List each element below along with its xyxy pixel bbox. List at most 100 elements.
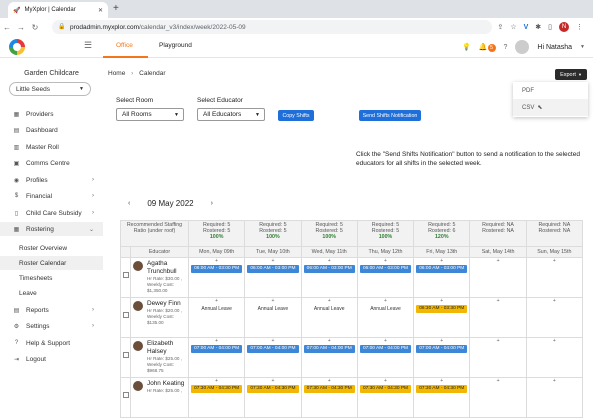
shift-cell[interactable]: +07:00 AM - 04:00 PM bbox=[413, 337, 471, 378]
new-tab-icon[interactable]: + bbox=[113, 3, 119, 14]
greeting[interactable]: Hi Natasha bbox=[537, 44, 572, 51]
add-shift-icon[interactable]: + bbox=[358, 259, 413, 264]
leave-label[interactable]: Annual Leave bbox=[245, 306, 300, 312]
add-shift-icon[interactable]: + bbox=[527, 379, 582, 384]
shift-cell[interactable]: + Annual Leave bbox=[244, 297, 302, 338]
add-shift-icon[interactable]: + bbox=[470, 259, 525, 264]
export-option-csv[interactable]: CSV ⬉ bbox=[513, 99, 588, 116]
shift-cell[interactable]: +06:00 AM - 03:00 PM bbox=[244, 257, 302, 298]
shift-block[interactable]: 06:00 AM - 03:00 PM bbox=[359, 265, 412, 273]
row-checkbox[interactable] bbox=[122, 312, 129, 318]
add-shift-icon[interactable]: + bbox=[527, 259, 582, 264]
profile-avatar[interactable]: N bbox=[559, 22, 569, 32]
sidebar-item-providers[interactable]: ▦ Providers bbox=[0, 107, 103, 121]
shift-cell[interactable]: +06:00 AM - 03:00 PM bbox=[356, 257, 415, 298]
row-checkbox[interactable] bbox=[122, 352, 129, 358]
shift-cell[interactable]: +06:00 AM - 03:00 PM bbox=[413, 257, 471, 298]
sidebar-item-reports[interactable]: ▤ Reports › bbox=[0, 303, 103, 317]
shift-block[interactable]: 06:00 AM - 03:00 PM bbox=[416, 265, 468, 273]
add-shift-icon[interactable]: + bbox=[189, 379, 244, 384]
tab-office[interactable]: Office bbox=[116, 42, 133, 49]
shift-cell[interactable]: +06:00 AM - 03:00 PM bbox=[187, 257, 246, 298]
add-shift-icon[interactable]: + bbox=[470, 379, 525, 384]
shift-block[interactable]: 06:00 AM - 03:00 PM bbox=[303, 265, 355, 273]
breadcrumb-home[interactable]: Home bbox=[108, 70, 125, 77]
service-select[interactable]: Little Seeds ▼ bbox=[9, 82, 91, 96]
add-shift-icon[interactable]: + bbox=[358, 339, 413, 344]
shift-cell[interactable]: + bbox=[525, 257, 584, 298]
sidebar-subitem-leave[interactable]: Leave bbox=[0, 286, 103, 300]
sidebar-item-profiles[interactable]: ◉ Profiles › bbox=[0, 173, 103, 187]
shift-cell[interactable]: +07:30 AM - 04:30 PM bbox=[244, 377, 302, 418]
add-shift-icon[interactable]: + bbox=[302, 339, 357, 344]
shift-block[interactable]: 06:00 AM - 03:00 PM bbox=[247, 265, 299, 273]
share-icon[interactable]: ⇪ bbox=[497, 23, 503, 31]
educator-name[interactable]: Agatha Trunchbull bbox=[147, 260, 186, 276]
shift-cell[interactable]: + bbox=[525, 377, 584, 418]
prev-week-icon[interactable]: ‹ bbox=[128, 200, 130, 207]
add-shift-icon[interactable]: + bbox=[470, 339, 525, 344]
shift-cell[interactable]: + Annual Leave bbox=[356, 297, 415, 338]
reload-icon[interactable]: ↻ bbox=[28, 23, 42, 32]
shift-cell[interactable]: +07:00 AM - 04:00 PM bbox=[187, 337, 246, 378]
add-shift-icon[interactable]: + bbox=[189, 259, 244, 264]
add-shift-icon[interactable]: + bbox=[245, 379, 300, 384]
shift-block[interactable]: 07:00 AM - 04:00 PM bbox=[191, 345, 243, 353]
shift-cell[interactable]: + bbox=[469, 297, 527, 338]
star-icon[interactable]: ☆ bbox=[510, 23, 516, 31]
shift-block[interactable]: 06:00 AM - 03:00 PM bbox=[191, 265, 243, 273]
export-button[interactable]: Export ▼ bbox=[555, 69, 587, 80]
puzzle-icon[interactable]: ✱ bbox=[535, 23, 541, 31]
row-checkbox[interactable] bbox=[122, 272, 129, 278]
add-shift-icon[interactable]: + bbox=[302, 299, 357, 304]
select-educator[interactable]: All Educators ▼ bbox=[197, 108, 265, 121]
sidebar-item-comms-centre[interactable]: ▣ Comms Centre bbox=[0, 156, 103, 170]
shift-block[interactable]: 07:30 AM - 04:30 PM bbox=[191, 385, 243, 393]
sidebar-item-master-roll[interactable]: ▥ Master Roll bbox=[0, 140, 103, 154]
shift-block[interactable]: 06:30 AM - 03:30 PM bbox=[416, 305, 468, 313]
add-shift-icon[interactable]: + bbox=[470, 299, 525, 304]
shift-cell[interactable]: + Annual Leave bbox=[187, 297, 246, 338]
sidebar-item-settings[interactable]: ⚙ Settings › bbox=[0, 319, 103, 333]
leave-label[interactable]: Annual Leave bbox=[358, 306, 413, 312]
shift-block[interactable]: 07:30 AM - 04:30 PM bbox=[416, 385, 468, 393]
browser-tab[interactable]: 🚀 MyXplor | Calendar ✕ bbox=[8, 2, 108, 18]
row-checkbox[interactable] bbox=[122, 392, 129, 398]
sidebar-item-rostering[interactable]: ▦ Rostering ⌄ bbox=[0, 222, 103, 236]
notifications[interactable]: 🔔 5 bbox=[479, 43, 496, 52]
educator-name[interactable]: Dewey Finn bbox=[147, 300, 186, 308]
shift-cell[interactable]: +07:00 AM - 04:00 PM bbox=[356, 337, 415, 378]
shift-cell[interactable]: + bbox=[469, 377, 527, 418]
extension-v-icon[interactable]: V bbox=[524, 24, 529, 31]
add-shift-icon[interactable]: + bbox=[302, 259, 357, 264]
leave-label[interactable]: Annual Leave bbox=[189, 306, 244, 312]
shift-block[interactable]: 07:00 AM - 04:00 PM bbox=[247, 345, 299, 353]
add-shift-icon[interactable]: + bbox=[358, 379, 413, 384]
help-circle-icon[interactable]: ? bbox=[504, 44, 508, 51]
shift-cell[interactable]: +07:00 AM - 04:00 PM bbox=[300, 337, 358, 378]
shift-block[interactable]: 07:30 AM - 04:30 PM bbox=[359, 385, 412, 393]
add-shift-icon[interactable]: + bbox=[414, 299, 469, 304]
add-shift-icon[interactable]: + bbox=[189, 299, 244, 304]
close-tab-icon[interactable]: ✕ bbox=[98, 7, 103, 14]
add-shift-icon[interactable]: + bbox=[302, 379, 357, 384]
sidebar-item-child-care-subsidy[interactable]: ▯ Child Care Subsidy › bbox=[0, 206, 103, 220]
add-shift-icon[interactable]: + bbox=[414, 339, 469, 344]
shift-cell[interactable]: + bbox=[525, 337, 584, 378]
add-shift-icon[interactable]: + bbox=[245, 299, 300, 304]
tab-playground[interactable]: Playground bbox=[159, 42, 192, 49]
sidebar-item-financial[interactable]: $ Financial › bbox=[0, 189, 103, 203]
back-icon[interactable]: ← bbox=[0, 23, 14, 32]
shift-cell[interactable]: + bbox=[469, 337, 527, 378]
shift-cell[interactable]: +07:30 AM - 04:30 PM bbox=[187, 377, 246, 418]
add-shift-icon[interactable]: + bbox=[527, 339, 582, 344]
next-week-icon[interactable]: › bbox=[211, 200, 213, 207]
send-shifts-notification-button[interactable]: Send Shifts Notification bbox=[359, 110, 421, 121]
leave-label[interactable]: Annual Leave bbox=[302, 306, 357, 312]
add-shift-icon[interactable]: + bbox=[189, 339, 244, 344]
address-bar[interactable]: 🔒 prodadmin.myxplor.com/calendar_v3/inde… bbox=[52, 20, 492, 34]
forward-icon[interactable]: → bbox=[14, 23, 28, 32]
shift-cell[interactable]: + bbox=[525, 297, 584, 338]
shift-block[interactable]: 07:00 AM - 04:00 PM bbox=[359, 345, 412, 353]
shift-block[interactable]: 07:00 AM - 04:00 PM bbox=[303, 345, 355, 353]
